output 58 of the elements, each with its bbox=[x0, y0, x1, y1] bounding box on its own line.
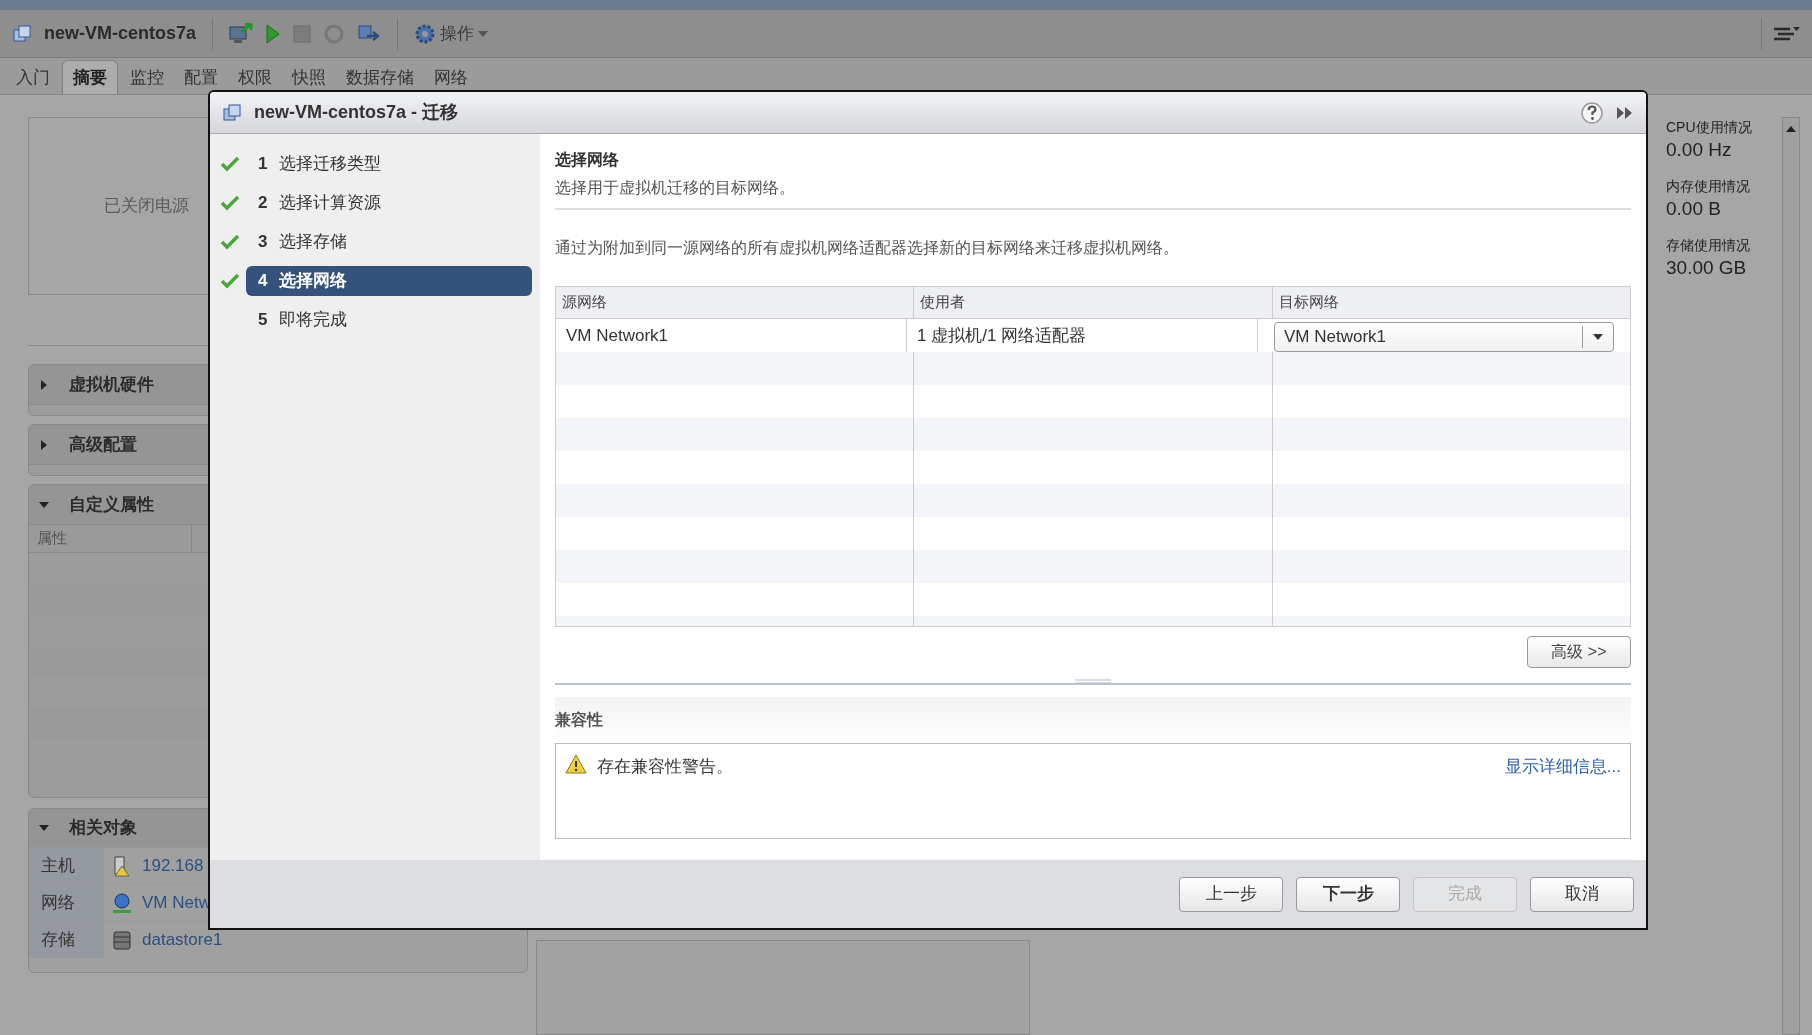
collapsed-caret-icon[interactable] bbox=[39, 379, 49, 390]
dialog-button[interactable]: 下一步 bbox=[1296, 876, 1400, 912]
warning-icon bbox=[565, 754, 587, 774]
row-label: 网络 bbox=[29, 885, 104, 921]
show-details-link[interactable]: 显示详细信息... bbox=[1504, 754, 1621, 780]
collapsed-caret-icon[interactable] bbox=[39, 439, 49, 450]
column-header[interactable]: 目标网络 bbox=[1272, 287, 1630, 318]
section-heading: 选择网络 bbox=[555, 149, 620, 171]
wizard-step[interactable]: 4 选择网络 bbox=[246, 266, 532, 296]
advanced-button[interactable]: 高级 >> bbox=[1527, 636, 1631, 668]
expanded-caret-icon[interactable] bbox=[39, 823, 49, 833]
description-text: 通过为附加到同一源网络的所有虚拟机网络适配器选择新的目标网络来迁移虚拟机网络。 bbox=[555, 237, 1180, 259]
stat-value: 30.00 GB bbox=[1666, 255, 1748, 280]
warning-message: 存在兼容性警告。 bbox=[597, 756, 733, 778]
dialog-title: new-VM-centos7a - 迁移 bbox=[254, 101, 459, 124]
tab[interactable]: 网络 bbox=[426, 62, 476, 94]
wizard-step[interactable]: 3 选择存储 bbox=[246, 227, 532, 257]
row-label: 主机 bbox=[29, 848, 104, 884]
tab[interactable]: 入门 bbox=[8, 62, 58, 94]
power-state-label: 已关闭电源 bbox=[104, 195, 189, 218]
caret-icon bbox=[478, 30, 489, 37]
section-subheading: 选择用于虚拟机迁移的目标网络。 bbox=[555, 177, 796, 199]
tab[interactable]: 监控 bbox=[122, 62, 172, 94]
dialog-button[interactable]: 取消 bbox=[1530, 876, 1634, 912]
stat-label: CPU使用情况 bbox=[1666, 118, 1753, 137]
gear-icon bbox=[414, 22, 437, 45]
column-header[interactable]: 使用者 bbox=[914, 287, 1273, 318]
vm-icon bbox=[12, 23, 32, 44]
column-header[interactable]: 源网络 bbox=[556, 287, 915, 318]
tab[interactable]: 配置 bbox=[176, 62, 226, 94]
stat-label: 内存使用情况 bbox=[1666, 176, 1751, 196]
splitter-handle[interactable] bbox=[1075, 679, 1111, 687]
collapse-icon[interactable] bbox=[1616, 104, 1634, 121]
tab[interactable]: 权限 bbox=[230, 62, 280, 94]
tab[interactable]: 快照 bbox=[284, 62, 334, 94]
wizard-step[interactable]: 2 选择计算资源 bbox=[246, 188, 532, 218]
actions-menu[interactable]: 操作 bbox=[414, 20, 489, 47]
server-warning-icon bbox=[112, 855, 132, 877]
stat-label: 存储使用情况 bbox=[1666, 235, 1751, 255]
wizard-step[interactable]: 1 选择迁移类型 bbox=[246, 149, 532, 179]
vm-icon bbox=[222, 102, 242, 123]
compatibility-heading: 兼容性 bbox=[555, 709, 603, 731]
expanded-caret-icon[interactable] bbox=[39, 499, 49, 510]
stat-value: 0.00 B bbox=[1666, 196, 1722, 221]
dialog-button[interactable]: 上一步 bbox=[1179, 876, 1283, 912]
column-header: 属性 bbox=[29, 525, 192, 552]
caret-icon bbox=[1593, 334, 1603, 340]
wizard-step[interactable]: 5 即将完成 bbox=[246, 305, 532, 335]
row-label: 存储 bbox=[29, 922, 104, 958]
tab[interactable]: 摘要 bbox=[62, 60, 118, 94]
help-icon[interactable] bbox=[1580, 100, 1604, 125]
network-dropdown[interactable]: VM Network1 bbox=[1274, 322, 1614, 352]
globe-icon bbox=[112, 892, 132, 914]
database-icon bbox=[112, 929, 132, 951]
stat-value: 0.00 Hz bbox=[1666, 138, 1733, 162]
vm-title: new-VM-centos7a bbox=[44, 22, 197, 45]
list-menu-icon[interactable] bbox=[1774, 25, 1800, 42]
tab[interactable]: 数据存储 bbox=[338, 62, 422, 94]
